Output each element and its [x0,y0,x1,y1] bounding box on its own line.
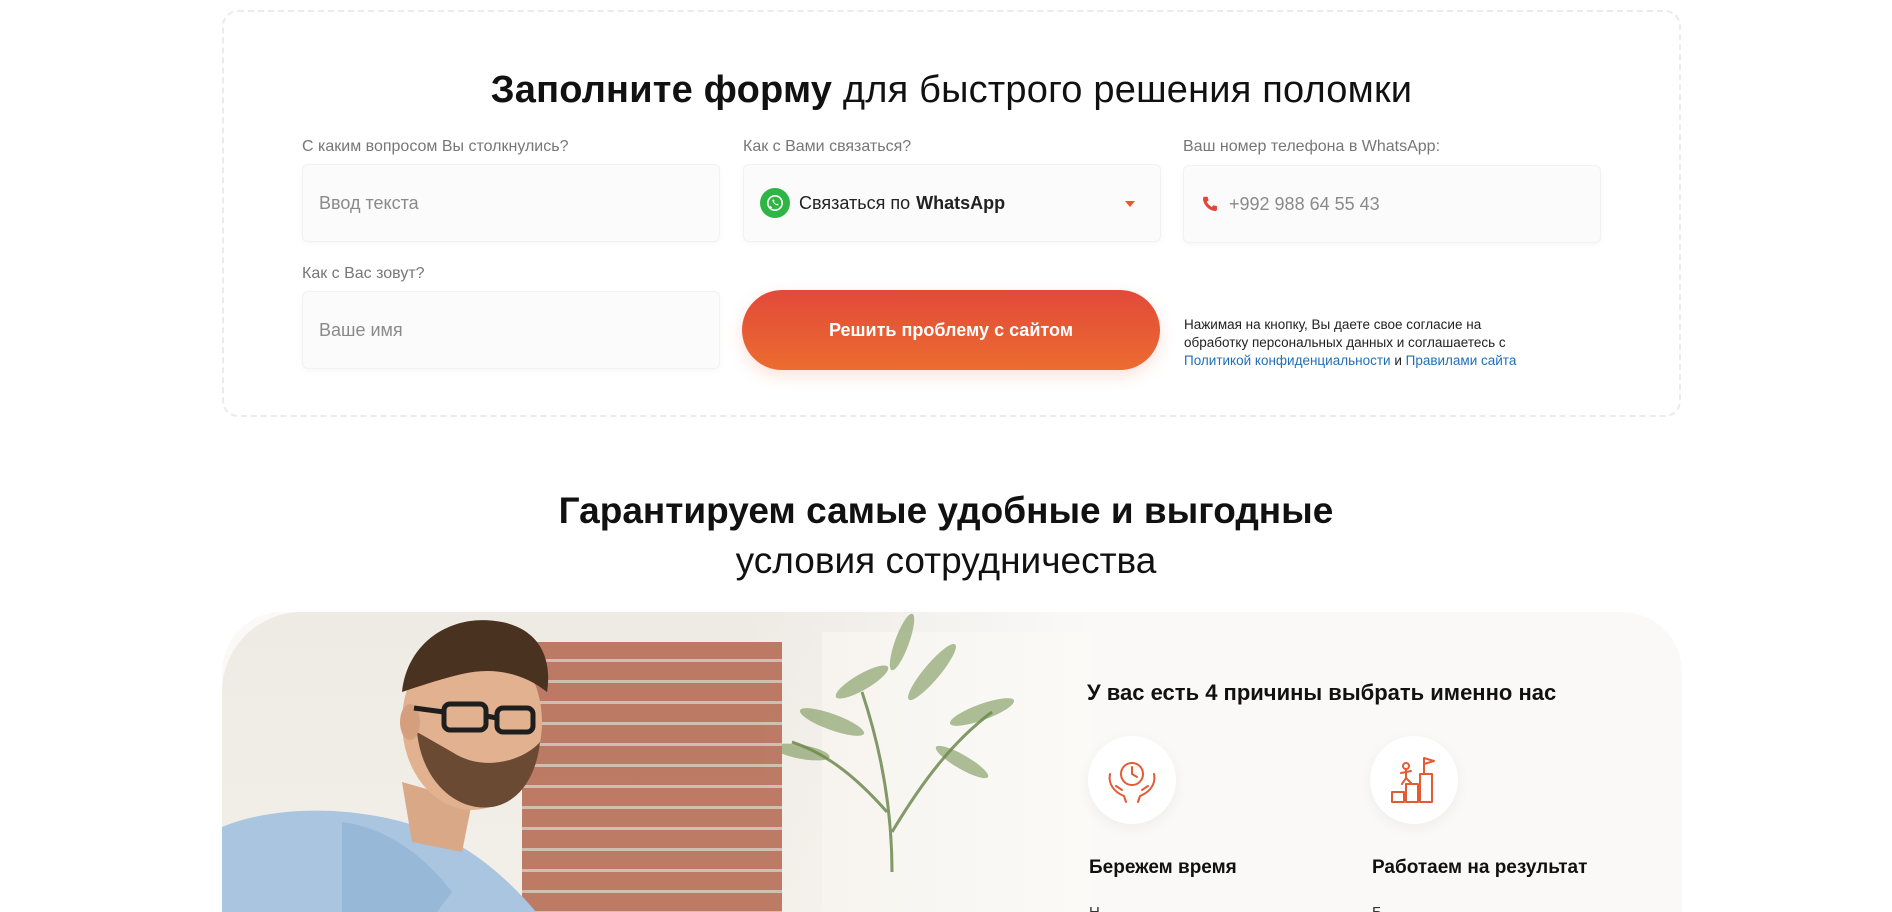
form-title: Заполните форму для быстрого решения пол… [224,69,1679,112]
site-rules-link[interactable]: Правилами сайта [1406,353,1517,368]
name-input[interactable] [302,291,720,369]
submit-button[interactable]: Решить проблему с сайтом [742,290,1160,370]
phone-label: Ваш номер телефона в WhatsApp: [1183,138,1441,155]
name-label: Как с Вас зовут? [302,265,425,282]
question-field [302,164,720,242]
phone-field [1183,165,1601,243]
question-label: С каким вопросом Вы столкнулись? [302,138,569,155]
whatsapp-icon [760,188,790,218]
clock-in-hands-icon [1088,736,1176,824]
name-field [302,291,720,369]
phone-input[interactable] [1229,165,1601,243]
phone-icon [1201,194,1221,214]
chevron-down-icon [1125,201,1135,207]
contact-method-prefix: Связаться по [799,192,911,213]
reason-desc-1: Н [1089,904,1100,912]
privacy-policy-link[interactable]: Политикой конфиденциальности [1184,353,1391,368]
reason-desc-2: Б [1372,904,1382,912]
office-photo [222,612,1092,912]
contact-method-strong: WhatsApp [916,192,1006,213]
consent-text: Нажимая на кнопку, Вы даете свое согласи… [1184,316,1524,370]
consent-and: и [1390,353,1406,368]
plant-illustration [782,613,1015,872]
stairs-to-goal-icon [1370,736,1458,824]
reasons-title: У вас есть 4 причины выбрать именно нас [1087,680,1557,705]
contact-method-label: Как с Вами связаться? [743,138,912,155]
question-input[interactable] [302,164,720,242]
reason-title-2: Работаем на результат [1372,857,1588,878]
guarantee-heading-line1: Гарантируем самые удобные и выгодные [558,490,1334,531]
reason-title-1: Бережем время [1089,857,1237,878]
man-in-glasses-illustration [222,620,549,912]
guarantee-heading-line2: условия сотрудничества [735,540,1157,581]
guarantee-heading: Гарантируем самые удобные и выгодные усл… [0,486,1892,586]
form-title-regular: для быстрого решения поломки [832,69,1413,111]
contact-method-select[interactable]: Связаться по WhatsApp [743,164,1161,242]
contact-method-value: Связаться по WhatsApp [799,193,1005,214]
form-title-bold: Заполните форму [490,69,833,111]
consent-body: Нажимая на кнопку, Вы даете свое согласи… [1184,317,1506,350]
